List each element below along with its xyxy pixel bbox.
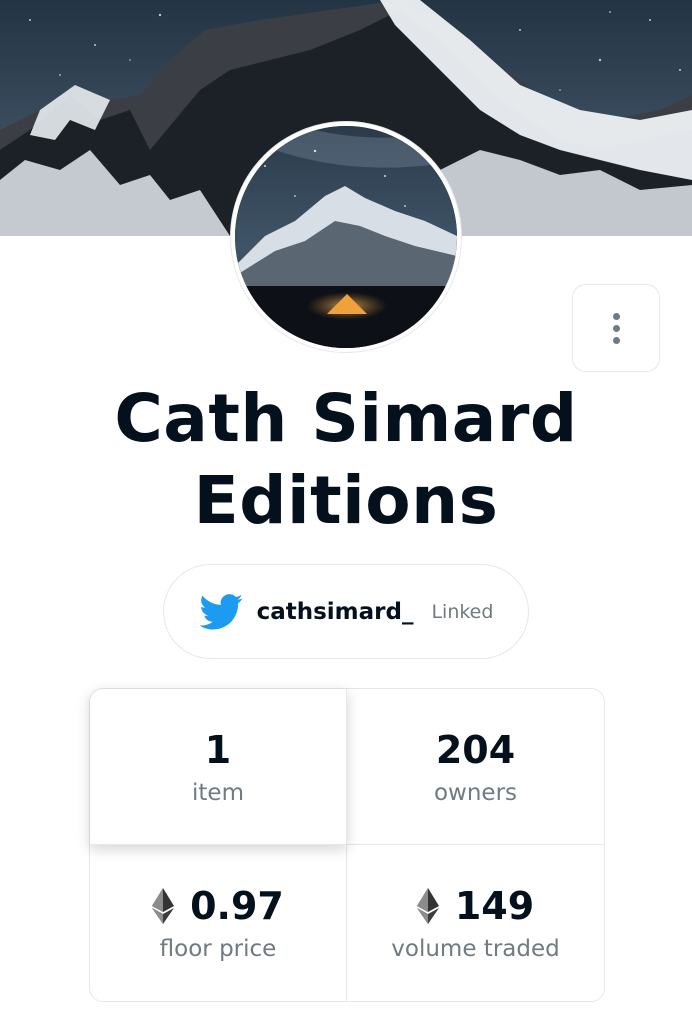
more-options-button[interactable]: [572, 284, 660, 372]
stat-label: owners: [433, 779, 518, 806]
stat-floor-price[interactable]: 0.97 floor price: [90, 845, 347, 1001]
collection-title: Cath Simard Editions: [114, 380, 578, 539]
stat-value: 204: [436, 728, 515, 772]
owners-count: 204: [435, 727, 516, 772]
more-vertical-icon: [612, 312, 620, 344]
stat-items[interactable]: 1 item: [90, 689, 347, 845]
stat-label: floor price: [159, 936, 277, 962]
collection-stats: 1 item 204 owners 0.97 floor price 149 v…: [89, 688, 605, 1002]
twitter-handle: cathsimard_: [256, 598, 414, 625]
floor-price-value: 0.97: [190, 884, 284, 928]
ethereum-icon: [152, 888, 175, 924]
ethereum-icon: [416, 888, 439, 924]
twitter-link-button[interactable]: cathsimard_ Linked: [163, 564, 529, 659]
stat-value: 1: [205, 728, 231, 772]
stat-label: volume traded: [391, 936, 560, 962]
collection-avatar: [231, 122, 461, 352]
linked-status: Linked: [431, 600, 494, 623]
volume-traded-value: 149: [454, 884, 535, 928]
avatar-image: [235, 126, 457, 348]
stat-volume-traded[interactable]: 149 volume traded: [347, 845, 604, 1001]
twitter-icon: [198, 593, 243, 629]
items-count: 1: [204, 727, 232, 772]
stat-owners[interactable]: 204 owners: [347, 689, 604, 845]
stat-value: 149: [416, 884, 535, 928]
stat-label: item: [192, 779, 244, 806]
stat-value: 0.97: [152, 884, 284, 928]
